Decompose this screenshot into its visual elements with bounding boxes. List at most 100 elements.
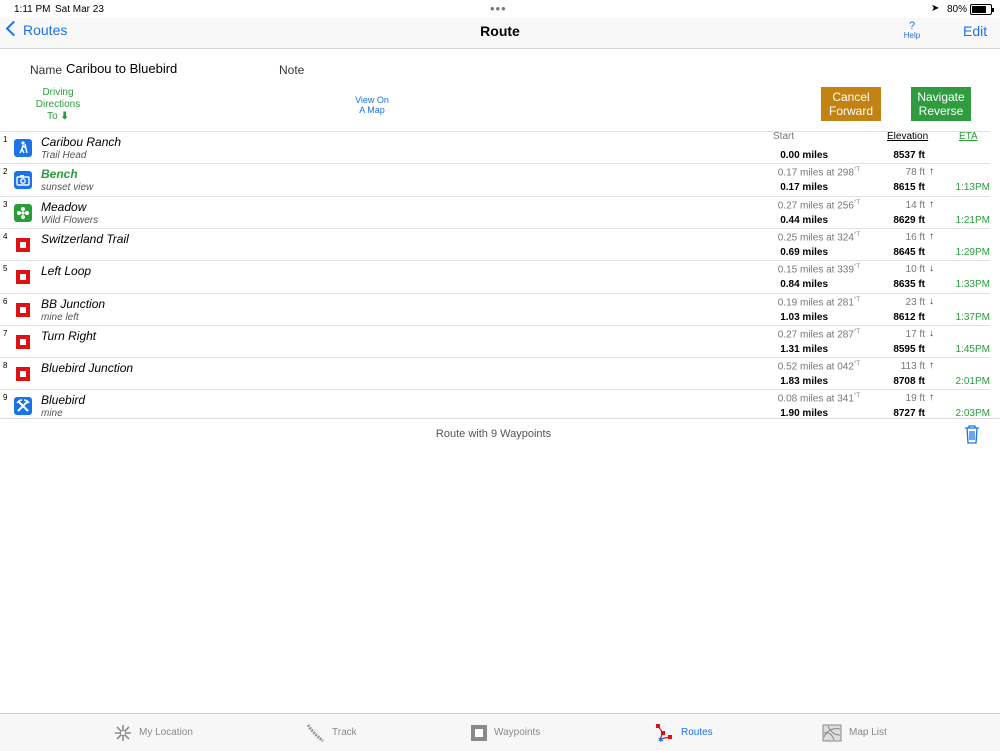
waypoint-number: 5: [3, 264, 8, 274]
elevation-direction-icon: ↓: [929, 263, 934, 275]
cumulative-distance: 0.44 miles: [780, 214, 828, 226]
elevation-value: 8615 ft: [893, 182, 925, 194]
table-row[interactable]: 3 Meadow Wild Flowers 0.27 miles at 256°T 0.…: [0, 195, 990, 229]
cumulative-distance: 1.03 miles: [780, 311, 828, 323]
elevation-direction-icon: ↑: [929, 392, 934, 404]
cancel-line2: Forward: [828, 104, 873, 118]
waypoint-name: Bluebird Junction: [41, 361, 134, 376]
page-title: Route: [480, 23, 520, 39]
waypoint-name: Meadow: [41, 199, 87, 214]
hiker-icon: [14, 139, 32, 157]
driving-line1: Driving: [42, 87, 74, 98]
navigate-reverse-button[interactable]: Navigate Reverse: [911, 87, 971, 121]
eta-value: 1:13PM: [955, 182, 990, 194]
arrow-down-icon: ⬇: [60, 111, 69, 122]
waypoint-name: Bluebird: [41, 393, 86, 408]
waypoint-name: Bench: [41, 167, 78, 182]
tab-label: Routes: [681, 727, 713, 738]
waypoint-note: Wild Flowers: [41, 214, 99, 226]
name-field[interactable]: Caribou to Bluebird: [66, 61, 177, 76]
elevation-change: 14 ft: [905, 199, 925, 211]
routes-icon: ✱: [654, 723, 674, 744]
elevation-value: 8629 ft: [893, 214, 925, 226]
elevation-change: 10 ft: [905, 264, 925, 276]
tab-label: Waypoints: [494, 727, 541, 738]
map-list-icon: [822, 723, 842, 743]
waypoint-name: BB Junction: [41, 296, 106, 311]
elevation-change: 113 ft: [900, 361, 925, 373]
waypoint-number: 4: [3, 231, 8, 241]
location-icon: [113, 723, 133, 743]
eta-value: 1:37PM: [955, 311, 990, 323]
track-icon: [305, 723, 325, 743]
leg-distance-bearing: 0.27 miles at 287°T: [777, 328, 860, 341]
view-on-map-button[interactable]: View On A Map: [342, 95, 402, 115]
driving-directions-button[interactable]: Driving Directions To ⬇: [28, 87, 88, 123]
edit-button[interactable]: Edit: [963, 23, 987, 39]
cumulative-distance: 0.69 miles: [780, 246, 828, 258]
waypoint-note: sunset view: [41, 182, 94, 194]
waypoint-number: 3: [3, 199, 8, 209]
flower-icon: [14, 203, 32, 222]
square-marker-icon: [14, 236, 32, 254]
status-date: Sat Mar 23: [55, 4, 104, 15]
waypoint-name: Caribou Ranch: [41, 135, 122, 149]
waypoint-number: 7: [3, 328, 8, 338]
waypoint-number: 2: [3, 167, 8, 177]
help-button[interactable]: ? Help: [902, 21, 922, 41]
mine-icon: [14, 397, 32, 416]
trash-icon[interactable]: [963, 424, 981, 444]
square-marker-icon: [14, 365, 32, 383]
eta-value: 1:21PM: [955, 214, 990, 226]
table-divider: [0, 418, 1000, 419]
view-map-line2: A Map: [359, 105, 385, 115]
waypoint-name: Left Loop: [41, 264, 92, 279]
elevation-value: 8645 ft: [893, 246, 925, 258]
leg-distance-bearing: 0.25 miles at 324°T: [777, 231, 860, 244]
table-row[interactable]: 8 Bluebird Junction 0.52 miles at 042°T 1.8…: [0, 357, 990, 390]
table-row[interactable]: 4 Switzerland Trail 0.25 miles at 324°T 0.6…: [0, 227, 990, 261]
table-row[interactable]: 5 Left Loop 0.15 miles at 339°T 0.84 miles 1…: [0, 260, 990, 293]
elevation-value: 8612 ft: [893, 311, 925, 323]
svg-text:✱: ✱: [658, 736, 664, 743]
cancel-forward-button[interactable]: Cancel Forward: [821, 87, 881, 121]
eta-value: 1:45PM: [955, 343, 990, 355]
table-row[interactable]: 6 BB Junction mine left 0.19 miles at 281°T…: [0, 292, 990, 326]
reverse-line2: Reverse: [918, 104, 964, 118]
tab-label: Map List: [849, 727, 887, 738]
leg-distance-bearing: 0.19 miles at 281°T: [777, 296, 860, 308]
cumulative-distance: 0.00 miles: [780, 150, 828, 161]
elevation-change: 17 ft: [905, 328, 925, 340]
eta-value: 1:33PM: [955, 279, 990, 291]
status-bar: 1:11 PM Sat Mar 23 ••• ➤ 80%: [0, 0, 1000, 18]
leg-distance-bearing: 0.52 miles at 042°T: [777, 361, 860, 373]
cumulative-distance: 1.83 miles: [780, 376, 828, 388]
waypoint-name: Switzerland Trail: [41, 231, 129, 246]
leg-distance-bearing: 0.08 miles at 341°T: [777, 393, 860, 405]
leg-distance-bearing: 0.27 miles at 256°T: [777, 199, 860, 211]
table-row[interactable]: 7 Turn Right 0.27 miles at 287°T 1.31 miles…: [0, 324, 990, 358]
square-marker-icon: [14, 268, 32, 286]
waypoint-number: 9: [3, 393, 8, 403]
multitask-dots-icon[interactable]: •••: [490, 1, 507, 16]
tab-label: Track: [332, 727, 357, 738]
elevation-change: 78 ft: [905, 167, 925, 179]
waypoint-name: Turn Right: [41, 328, 97, 343]
leg-distance-bearing: 0.17 miles at 298°T: [777, 167, 860, 179]
elevation-value: 8595 ft: [893, 343, 925, 355]
waypoint-number: 1: [3, 135, 8, 144]
elevation-direction-icon: ↓: [929, 295, 934, 307]
square-marker-icon: [14, 333, 32, 351]
waypoint-note: mine left: [41, 311, 79, 323]
elevation-value: 8635 ft: [893, 279, 925, 291]
waypoint-note: Trail Head: [41, 150, 87, 161]
waypoint-number: 8: [3, 361, 8, 371]
navigation-bar: Routes Route ? Help Edit: [0, 18, 1000, 49]
cumulative-distance: 0.17 miles: [780, 182, 828, 194]
camera-icon: [14, 171, 32, 190]
note-field[interactable]: Note: [279, 63, 304, 77]
elevation-value: 8708 ft: [893, 376, 925, 388]
elevation-direction-icon: ↓: [929, 327, 934, 339]
table-row[interactable]: 1 Caribou Ranch Trail Head 0.00 miles 8537 f…: [0, 131, 990, 164]
table-row[interactable]: 2 Bench sunset view 0.17 miles at 298°T 0.17…: [0, 163, 990, 196]
